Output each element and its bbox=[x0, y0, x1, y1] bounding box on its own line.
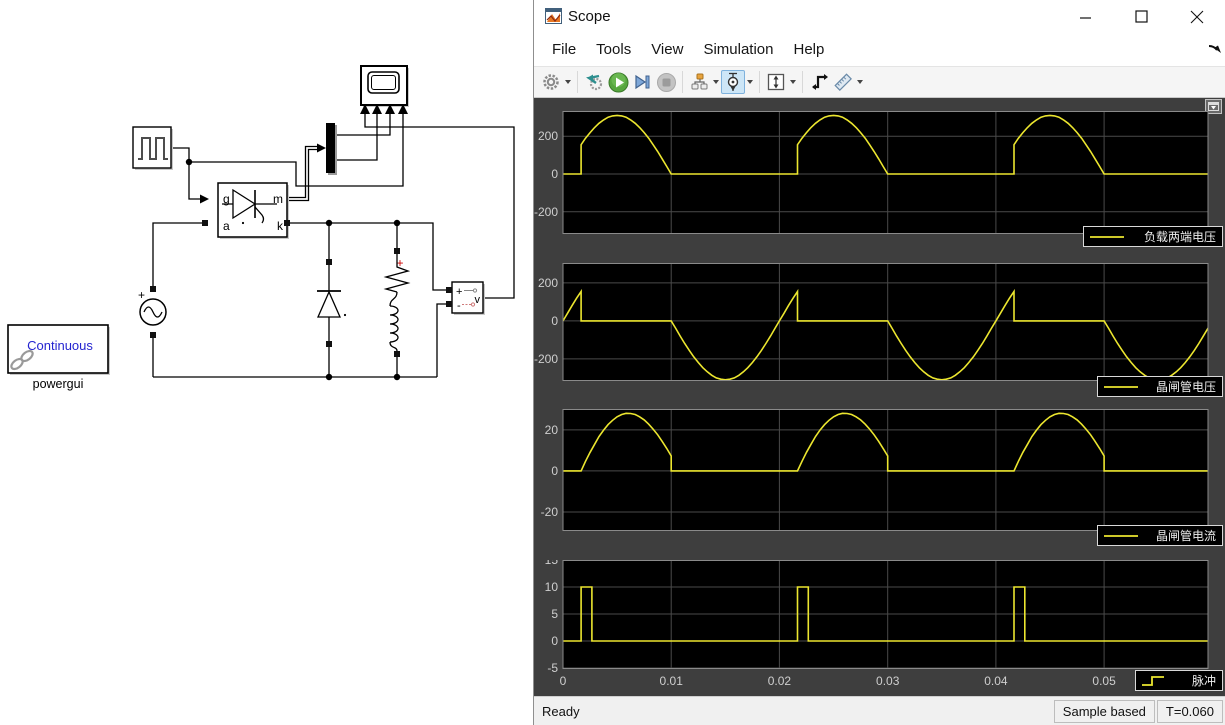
svg-text:-20: -20 bbox=[541, 505, 559, 519]
powergui-mode-label: Continuous bbox=[27, 338, 93, 353]
menu-bar: File Tools View Simulation Help bbox=[534, 33, 1225, 66]
menu-simulation[interactable]: Simulation bbox=[693, 37, 783, 62]
title-bar[interactable]: Scope bbox=[534, 0, 1225, 33]
svg-text:0.03: 0.03 bbox=[876, 674, 900, 688]
close-button[interactable] bbox=[1175, 0, 1219, 33]
svg-text:0: 0 bbox=[551, 634, 558, 648]
svg-text:10: 10 bbox=[545, 580, 559, 594]
svg-text:0: 0 bbox=[551, 464, 558, 478]
svg-text:0.02: 0.02 bbox=[768, 674, 792, 688]
zoom-button[interactable] bbox=[721, 70, 745, 94]
legend-thyristor-current[interactable]: 晶闸管电流 bbox=[1097, 525, 1223, 546]
pulse-generator-block[interactable] bbox=[132, 126, 173, 170]
powergui-block[interactable]: Continuous powergui bbox=[7, 324, 110, 391]
plot-pulse[interactable]: 151050-50 0.01 0.02 0.03 0.04 0.05 bbox=[534, 560, 1225, 696]
vm-plus-label: + bbox=[456, 286, 462, 298]
status-text: Ready bbox=[542, 703, 580, 719]
status-bar: Ready Sample based T=0.060 bbox=[534, 696, 1225, 725]
svg-text:-200: -200 bbox=[534, 352, 558, 366]
legend-line-icon bbox=[1090, 235, 1124, 238]
simulink-model-canvas[interactable]: g a m k + + + - v Continuous powergui bbox=[0, 0, 533, 725]
trigger-button[interactable] bbox=[807, 70, 831, 94]
voltage-measurement-block[interactable]: + - v bbox=[446, 281, 485, 315]
powergui-name-label: powergui bbox=[33, 377, 84, 391]
svg-text:15: 15 bbox=[545, 560, 559, 567]
signal-selector-caret[interactable] bbox=[711, 70, 721, 94]
scope-window: Scope File Tools View Simulation Help 20… bbox=[533, 0, 1225, 725]
menu-tools[interactable]: Tools bbox=[586, 37, 641, 62]
series-rl-branch-block[interactable]: + bbox=[383, 248, 411, 357]
svg-text:200: 200 bbox=[538, 129, 558, 143]
thyristor-port-a-label: a bbox=[223, 219, 230, 233]
vm-v-label: v bbox=[475, 294, 481, 306]
scope-plot-canvas: 200 0 -200 负载两端电压 200 0 -200 晶闸管电压 20 0 -20 晶闸管电流 15… bbox=[534, 98, 1225, 696]
ac-source-plus-label: + bbox=[138, 288, 145, 302]
svg-text:0.01: 0.01 bbox=[660, 674, 684, 688]
svg-text:200: 200 bbox=[538, 276, 558, 290]
simulink-snapshot-button[interactable] bbox=[582, 70, 606, 94]
thyristor-port-g-label: g bbox=[223, 192, 230, 206]
toolbar-overflow-icon[interactable] bbox=[1208, 44, 1222, 56]
toolbar bbox=[534, 66, 1225, 98]
window-title: Scope bbox=[568, 8, 611, 25]
scope-block[interactable] bbox=[360, 65, 409, 114]
axes-scaling-caret[interactable] bbox=[788, 70, 798, 94]
measurements-button[interactable] bbox=[831, 70, 855, 94]
demux-block[interactable] bbox=[326, 123, 337, 175]
legend-load-voltage[interactable]: 负载两端电压 bbox=[1083, 226, 1223, 247]
menu-help[interactable]: Help bbox=[784, 37, 835, 62]
ac-voltage-source-block[interactable]: + bbox=[138, 286, 167, 338]
status-sample-mode: Sample based bbox=[1053, 699, 1155, 723]
minimize-button[interactable] bbox=[1063, 0, 1107, 33]
svg-text:20: 20 bbox=[545, 423, 559, 437]
svg-text:0: 0 bbox=[551, 167, 558, 181]
svg-text:0.04: 0.04 bbox=[984, 674, 1008, 688]
diode-block[interactable] bbox=[317, 259, 347, 347]
scope-app-icon bbox=[545, 8, 562, 24]
run-button[interactable] bbox=[606, 70, 630, 94]
maximize-button[interactable] bbox=[1119, 0, 1163, 33]
model-diagram: g a m k + + + - v Continuous powergui bbox=[7, 65, 515, 391]
configuration-properties-caret[interactable] bbox=[563, 70, 573, 94]
signal-selector-button[interactable] bbox=[687, 70, 711, 94]
menu-file[interactable]: File bbox=[542, 37, 586, 62]
measurements-caret[interactable] bbox=[855, 70, 865, 94]
wire-junctions bbox=[185, 143, 401, 381]
vm-minus-label: - bbox=[457, 300, 461, 312]
screen: g a m k + + + - v Continuous powergui Sc… bbox=[0, 0, 1225, 725]
thyristor-port-m-label: m bbox=[273, 192, 283, 206]
menu-view[interactable]: View bbox=[641, 37, 693, 62]
svg-text:-200: -200 bbox=[534, 205, 558, 219]
configuration-properties-button[interactable] bbox=[539, 70, 563, 94]
thyristor-block[interactable]: g a m k bbox=[202, 182, 290, 239]
legend-pulse[interactable]: 脉冲 bbox=[1135, 670, 1223, 691]
step-forward-button[interactable] bbox=[630, 70, 654, 94]
status-sim-time: T=0.060 bbox=[1156, 699, 1223, 723]
svg-text:0: 0 bbox=[560, 674, 567, 688]
legend-line-icon bbox=[1104, 534, 1138, 537]
axes-scaling-button[interactable] bbox=[764, 70, 788, 94]
legend-thyristor-voltage[interactable]: 晶闸管电压 bbox=[1097, 376, 1223, 397]
svg-text:5: 5 bbox=[551, 607, 558, 621]
svg-text:0: 0 bbox=[551, 314, 558, 328]
svg-text:0.05: 0.05 bbox=[1092, 674, 1116, 688]
zoom-caret[interactable] bbox=[745, 70, 755, 94]
stop-button[interactable] bbox=[654, 70, 678, 94]
legend-line-icon bbox=[1104, 385, 1138, 388]
legend-stair-icon bbox=[1142, 675, 1164, 686]
svg-text:-5: -5 bbox=[547, 661, 558, 675]
thyristor-port-k-label: k bbox=[277, 219, 284, 233]
